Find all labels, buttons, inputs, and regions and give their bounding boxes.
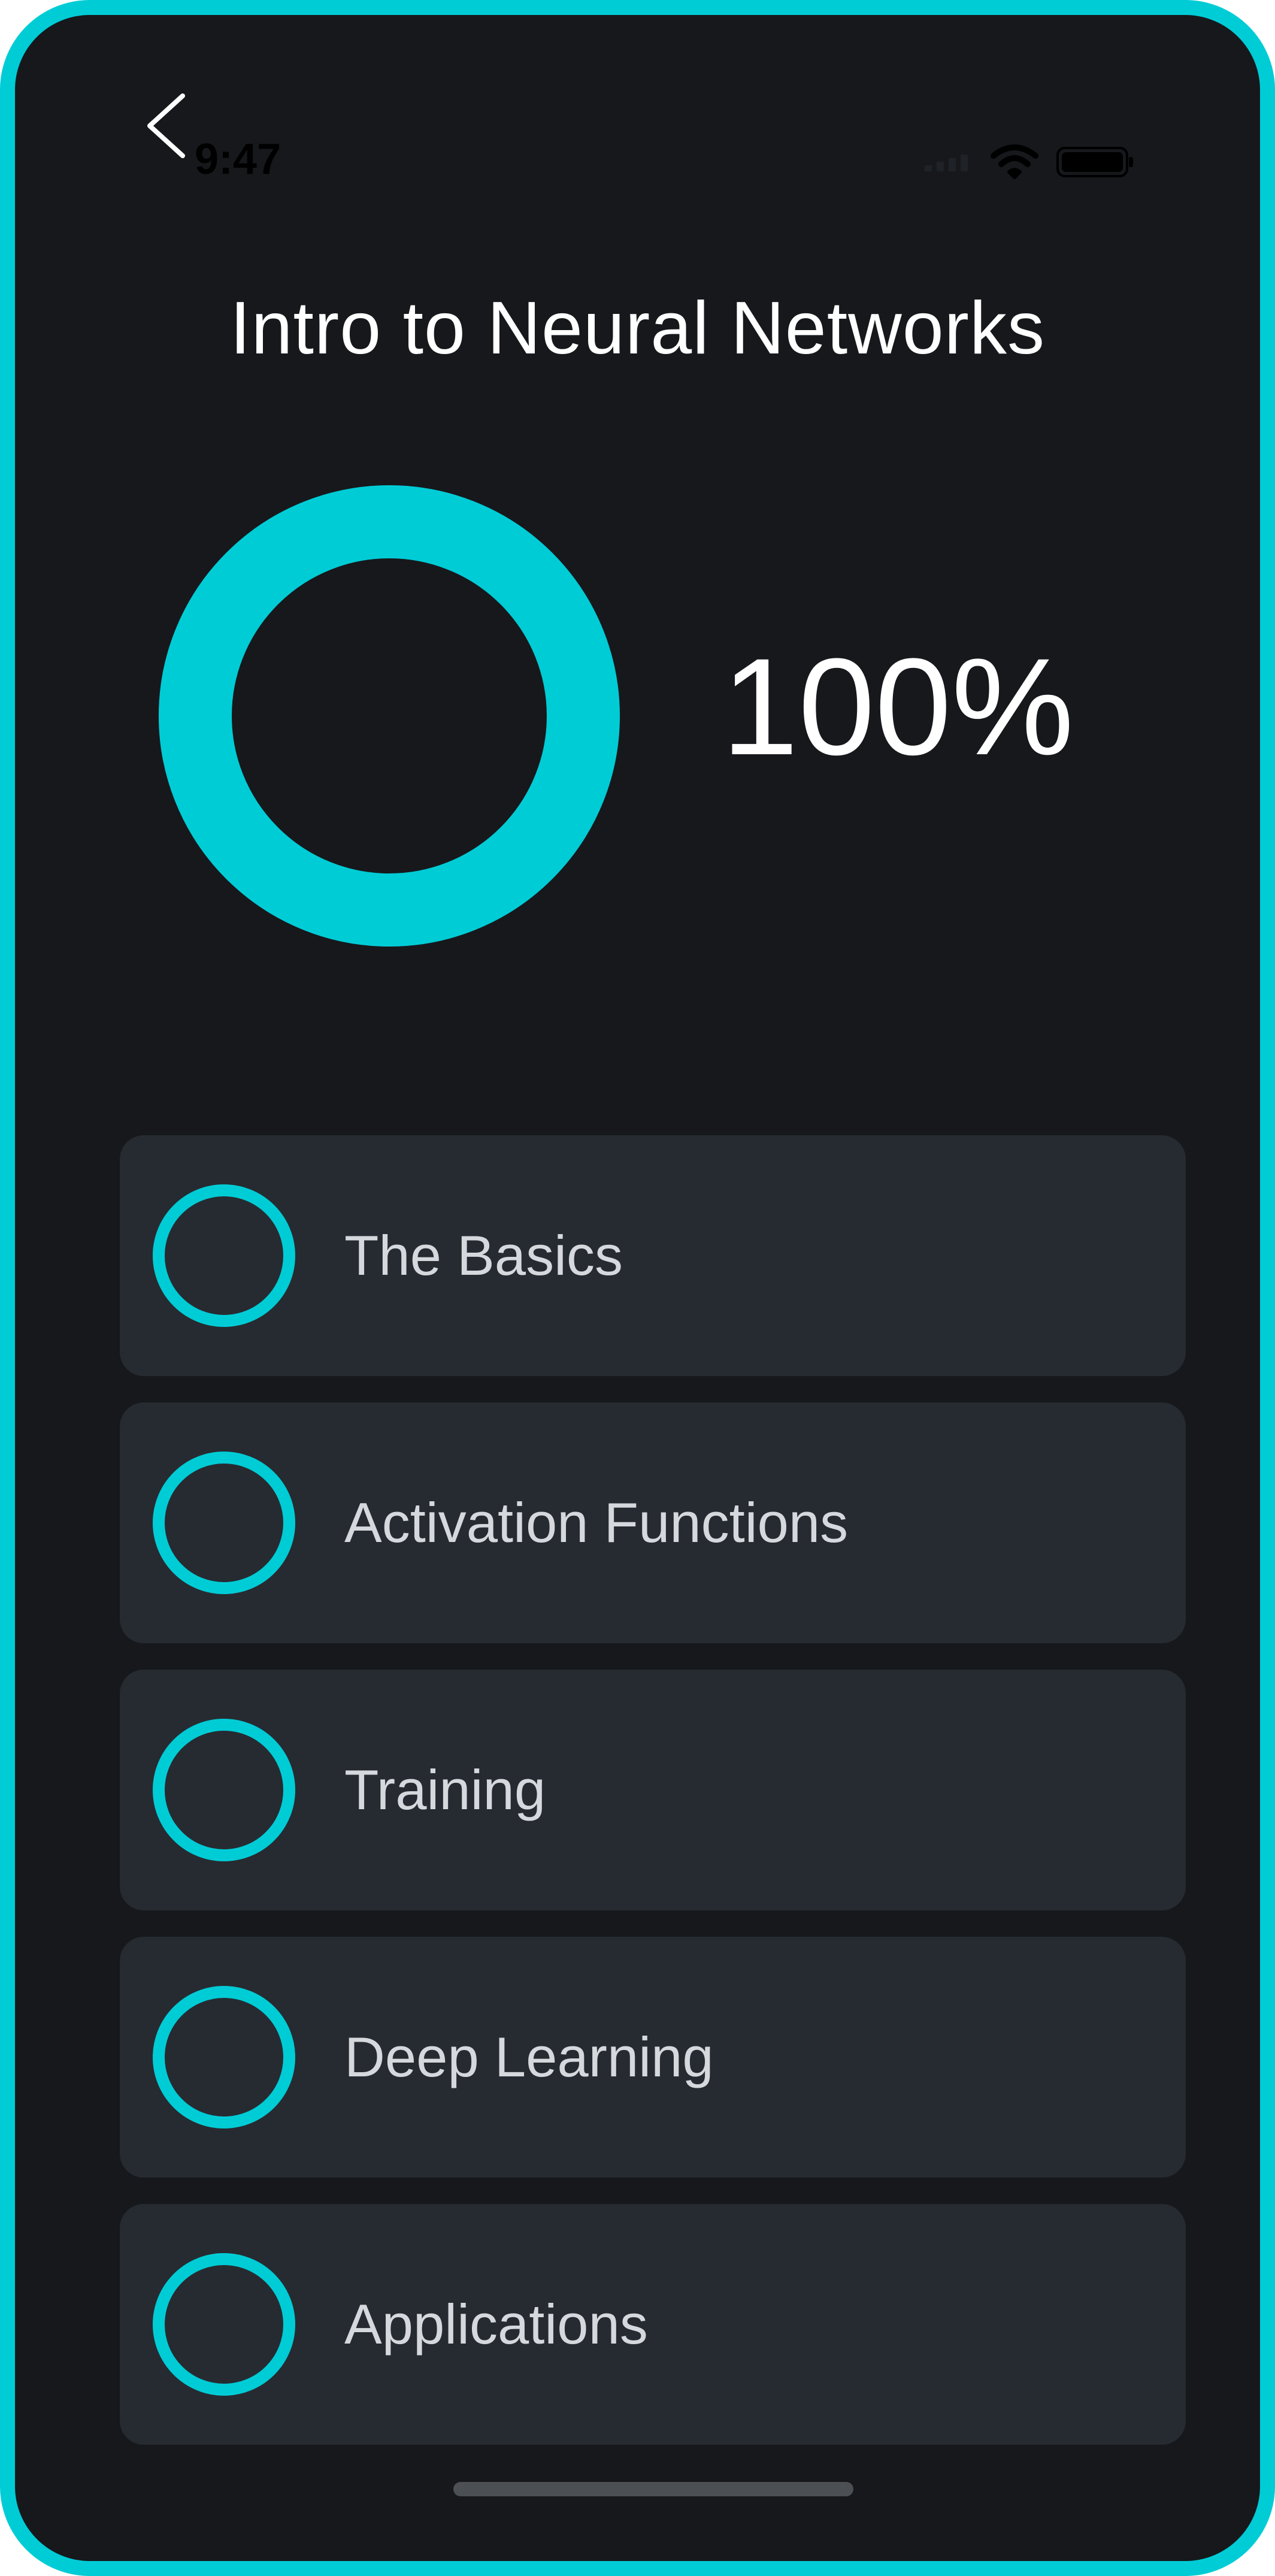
lesson-item-deep-learning[interactable]: Deep Learning [120,1937,1186,2178]
lesson-list: The Basics Activation Functions Training… [120,1135,1186,2471]
progress-ring-fill [159,485,620,947]
page-title: Intro to Neural Networks [230,287,1045,370]
home-indicator[interactable] [453,2482,853,2496]
lesson-label: Activation Functions [344,1491,849,1554]
lesson-status-circle-icon [153,1986,295,2128]
lesson-item-training[interactable]: Training [120,1670,1186,1910]
back-button[interactable] [141,90,189,162]
lesson-item-applications[interactable]: Applications [120,2204,1186,2445]
wifi-icon [991,144,1038,179]
status-time: 9:47 [195,135,281,183]
chevron-left-icon [147,93,185,158]
signal-icon [925,155,968,171]
phone-screen: 9:47 Intro to Neural Networks 100% The B… [0,0,1275,2576]
lesson-status-circle-icon [153,1719,295,1861]
lesson-label: Deep Learning [344,2025,714,2088]
lesson-status-circle-icon [153,2253,295,2396]
status-icons [925,144,1134,180]
lesson-status-circle-icon [153,1452,295,1594]
progress-ring [159,485,620,947]
lesson-label: Applications [344,2293,648,2356]
battery-icon [1056,146,1133,177]
lesson-label: The Basics [344,1224,623,1287]
lesson-item-the-basics[interactable]: The Basics [120,1135,1186,1376]
lesson-status-circle-icon [153,1184,295,1327]
lesson-item-activation-functions[interactable]: Activation Functions [120,1402,1186,1643]
progress-percent: 100% [722,630,1074,784]
lesson-label: Training [344,1758,546,1821]
